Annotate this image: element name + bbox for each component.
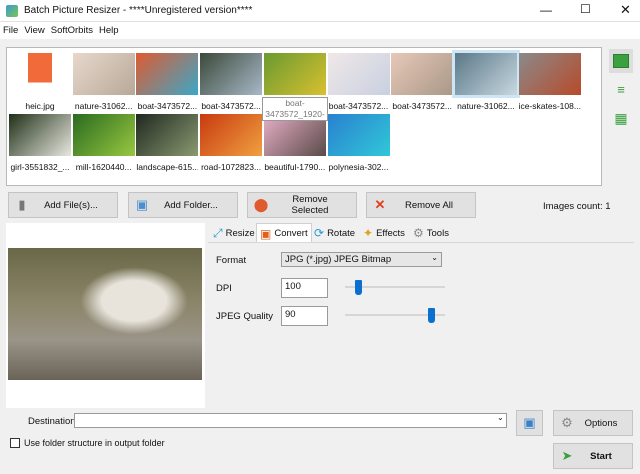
image-preview-panel (6, 223, 205, 408)
thumbnail-image (9, 114, 71, 156)
tab-tools[interactable]: ⚙ Tools (410, 223, 452, 243)
thumbnail-label: boat-3473572... (137, 101, 198, 111)
thumbnail-label: landscape-615... (136, 162, 199, 172)
window-title: Batch Picture Resizer - ****Unregistered… (24, 5, 253, 16)
thumbnail-image (391, 53, 454, 95)
thumbnail-item[interactable]: girl-3551832_... (9, 114, 71, 172)
remove-selected-button[interactable]: ⬤ Remove Selected (247, 192, 357, 218)
gear-icon: ⚙ (413, 226, 424, 240)
folder-icon: ▣ (135, 197, 149, 212)
images-count: Images count: 1 (543, 201, 611, 212)
filename-tooltip: boat- 3473572_1920- (262, 97, 328, 121)
destination-input[interactable] (74, 413, 507, 428)
thumbnail-item[interactable]: landscape-615... (136, 114, 199, 172)
thumbnail-label: polynesia-302... (328, 162, 389, 172)
open-folder-icon: ▣ (523, 415, 536, 430)
jpeg-quality-input[interactable]: 90 (281, 306, 328, 326)
thumbnail-item[interactable]: heic.jpg (9, 53, 71, 111)
thumbnail-label: girl-3551832_... (10, 162, 70, 172)
thumbnail-item[interactable]: boat-3473572... (200, 53, 263, 111)
table-view-icon[interactable]: ▦ (610, 107, 632, 129)
jpeg-quality-label: JPEG Quality (216, 311, 274, 322)
browse-folder-button[interactable]: ▣ (516, 410, 543, 436)
rotate-icon: ⟳ (314, 226, 325, 240)
add-file-icon: ▮ (18, 197, 26, 212)
menu-bar: File View SoftOrbits Help (0, 22, 640, 39)
quality-slider-thumb[interactable] (428, 308, 435, 323)
thumbnail-label: boat-3473572... (392, 101, 452, 111)
thumbnail-label: ice-skates-108... (518, 101, 581, 111)
thumbnail-label: nature-31062... (74, 101, 133, 111)
thumbnail-image (72, 114, 135, 156)
chevron-down-icon[interactable]: ⌄ (497, 413, 504, 422)
tab-rotate[interactable]: ⟳ Rotate (311, 223, 358, 243)
close-button[interactable]: ✕ (620, 2, 631, 18)
thumbnail-item[interactable]: beautiful-1790... (263, 114, 326, 172)
remove-icon: ⬤ (253, 197, 269, 212)
menu-file[interactable]: File (0, 22, 21, 39)
menu-view[interactable]: View (21, 22, 47, 39)
dpi-input[interactable]: 100 (281, 278, 328, 298)
remove-all-button[interactable]: ✕ Remove All (366, 192, 476, 218)
thumbnail-label: road-1072823... (201, 162, 262, 172)
folder-structure-label: Use folder structure in output folder (24, 438, 165, 448)
thumbnail-image (451, 50, 520, 98)
folder-structure-checkbox[interactable] (10, 438, 20, 448)
add-folder-button[interactable]: ▣ Add Folder... (128, 192, 238, 218)
dpi-label: DPI (216, 283, 232, 294)
thumbnail-item[interactable]: boat-3473572... (327, 53, 390, 111)
menu-help[interactable]: Help (96, 22, 122, 39)
menu-softorbits[interactable]: SoftOrbits (48, 22, 96, 39)
thumbnail-image (327, 53, 390, 95)
list-view-icon[interactable]: ≡ (610, 78, 632, 100)
options-button[interactable]: ⚙ Options (553, 410, 633, 436)
thumbnail-label: nature-31062... (457, 101, 515, 111)
preview-image (8, 248, 202, 380)
convert-icon: ▣ (260, 226, 272, 241)
dpi-slider-thumb[interactable] (355, 280, 362, 295)
thumbnail-item[interactable]: boat-3473572... (136, 53, 199, 111)
tab-convert[interactable]: ▣ Convert (256, 223, 312, 243)
magic-wand-icon: ✦ (363, 226, 374, 240)
gear-icon: ⚙ (561, 415, 573, 430)
thumbnail-image (72, 53, 135, 95)
thumbnail-item[interactable]: boat-3473572... (391, 53, 454, 111)
title-bar: Batch Picture Resizer - ****Unregistered… (0, 0, 640, 22)
start-button[interactable]: ➤ Start (553, 443, 633, 469)
thumbnail-image (200, 114, 263, 156)
x-icon: ✕ (374, 197, 386, 212)
format-label: Format (216, 255, 247, 266)
thumbnail-image (327, 114, 390, 156)
thumbnail-label: mill-1620440... (75, 162, 132, 172)
maximize-button[interactable]: ☐ (580, 2, 591, 16)
thumbnail-label: boat-3473572... (328, 101, 389, 111)
thumbnail-item[interactable]: road-1072823... (200, 114, 263, 172)
thumbnail-label: heic.jpg (25, 101, 55, 111)
thumbnail-label: beautiful-1790... (264, 162, 326, 172)
app-icon (6, 5, 18, 17)
destination-label: Destination (28, 416, 76, 427)
resize-icon: ⤢ (213, 225, 223, 240)
minimize-button[interactable]: — (540, 3, 552, 17)
add-files-button[interactable]: ▮ Add File(s)... (8, 192, 118, 218)
thumbnail-image (28, 53, 52, 95)
tab-effects[interactable]: ✦ Effects (360, 223, 408, 243)
thumbnail-item[interactable]: ice-skates-108... (518, 53, 581, 111)
format-select[interactable]: JPG (*.jpg) JPEG Bitmap ⌄ (281, 252, 442, 267)
thumbnail-item[interactable]: nature-31062... (451, 50, 520, 111)
thumbnail-view-icon[interactable] (609, 49, 633, 73)
thumbnail-image (263, 53, 326, 95)
thumbnail-item[interactable]: polynesia-302... (327, 114, 390, 172)
thumbnail-image (200, 53, 263, 95)
thumbnail-item[interactable]: mill-1620440... (72, 114, 135, 172)
thumbnail-label: boat-3473572... (201, 101, 261, 111)
tab-resize[interactable]: ⤢ Resize (210, 223, 258, 243)
arrow-right-icon: ➤ (561, 448, 573, 463)
thumbnail-item[interactable]: nature-31062... (72, 53, 135, 111)
thumbnail-image (518, 53, 581, 95)
thumbnail-image (136, 114, 199, 156)
thumbnail-image (136, 53, 199, 95)
chevron-down-icon: ⌄ (431, 253, 438, 262)
